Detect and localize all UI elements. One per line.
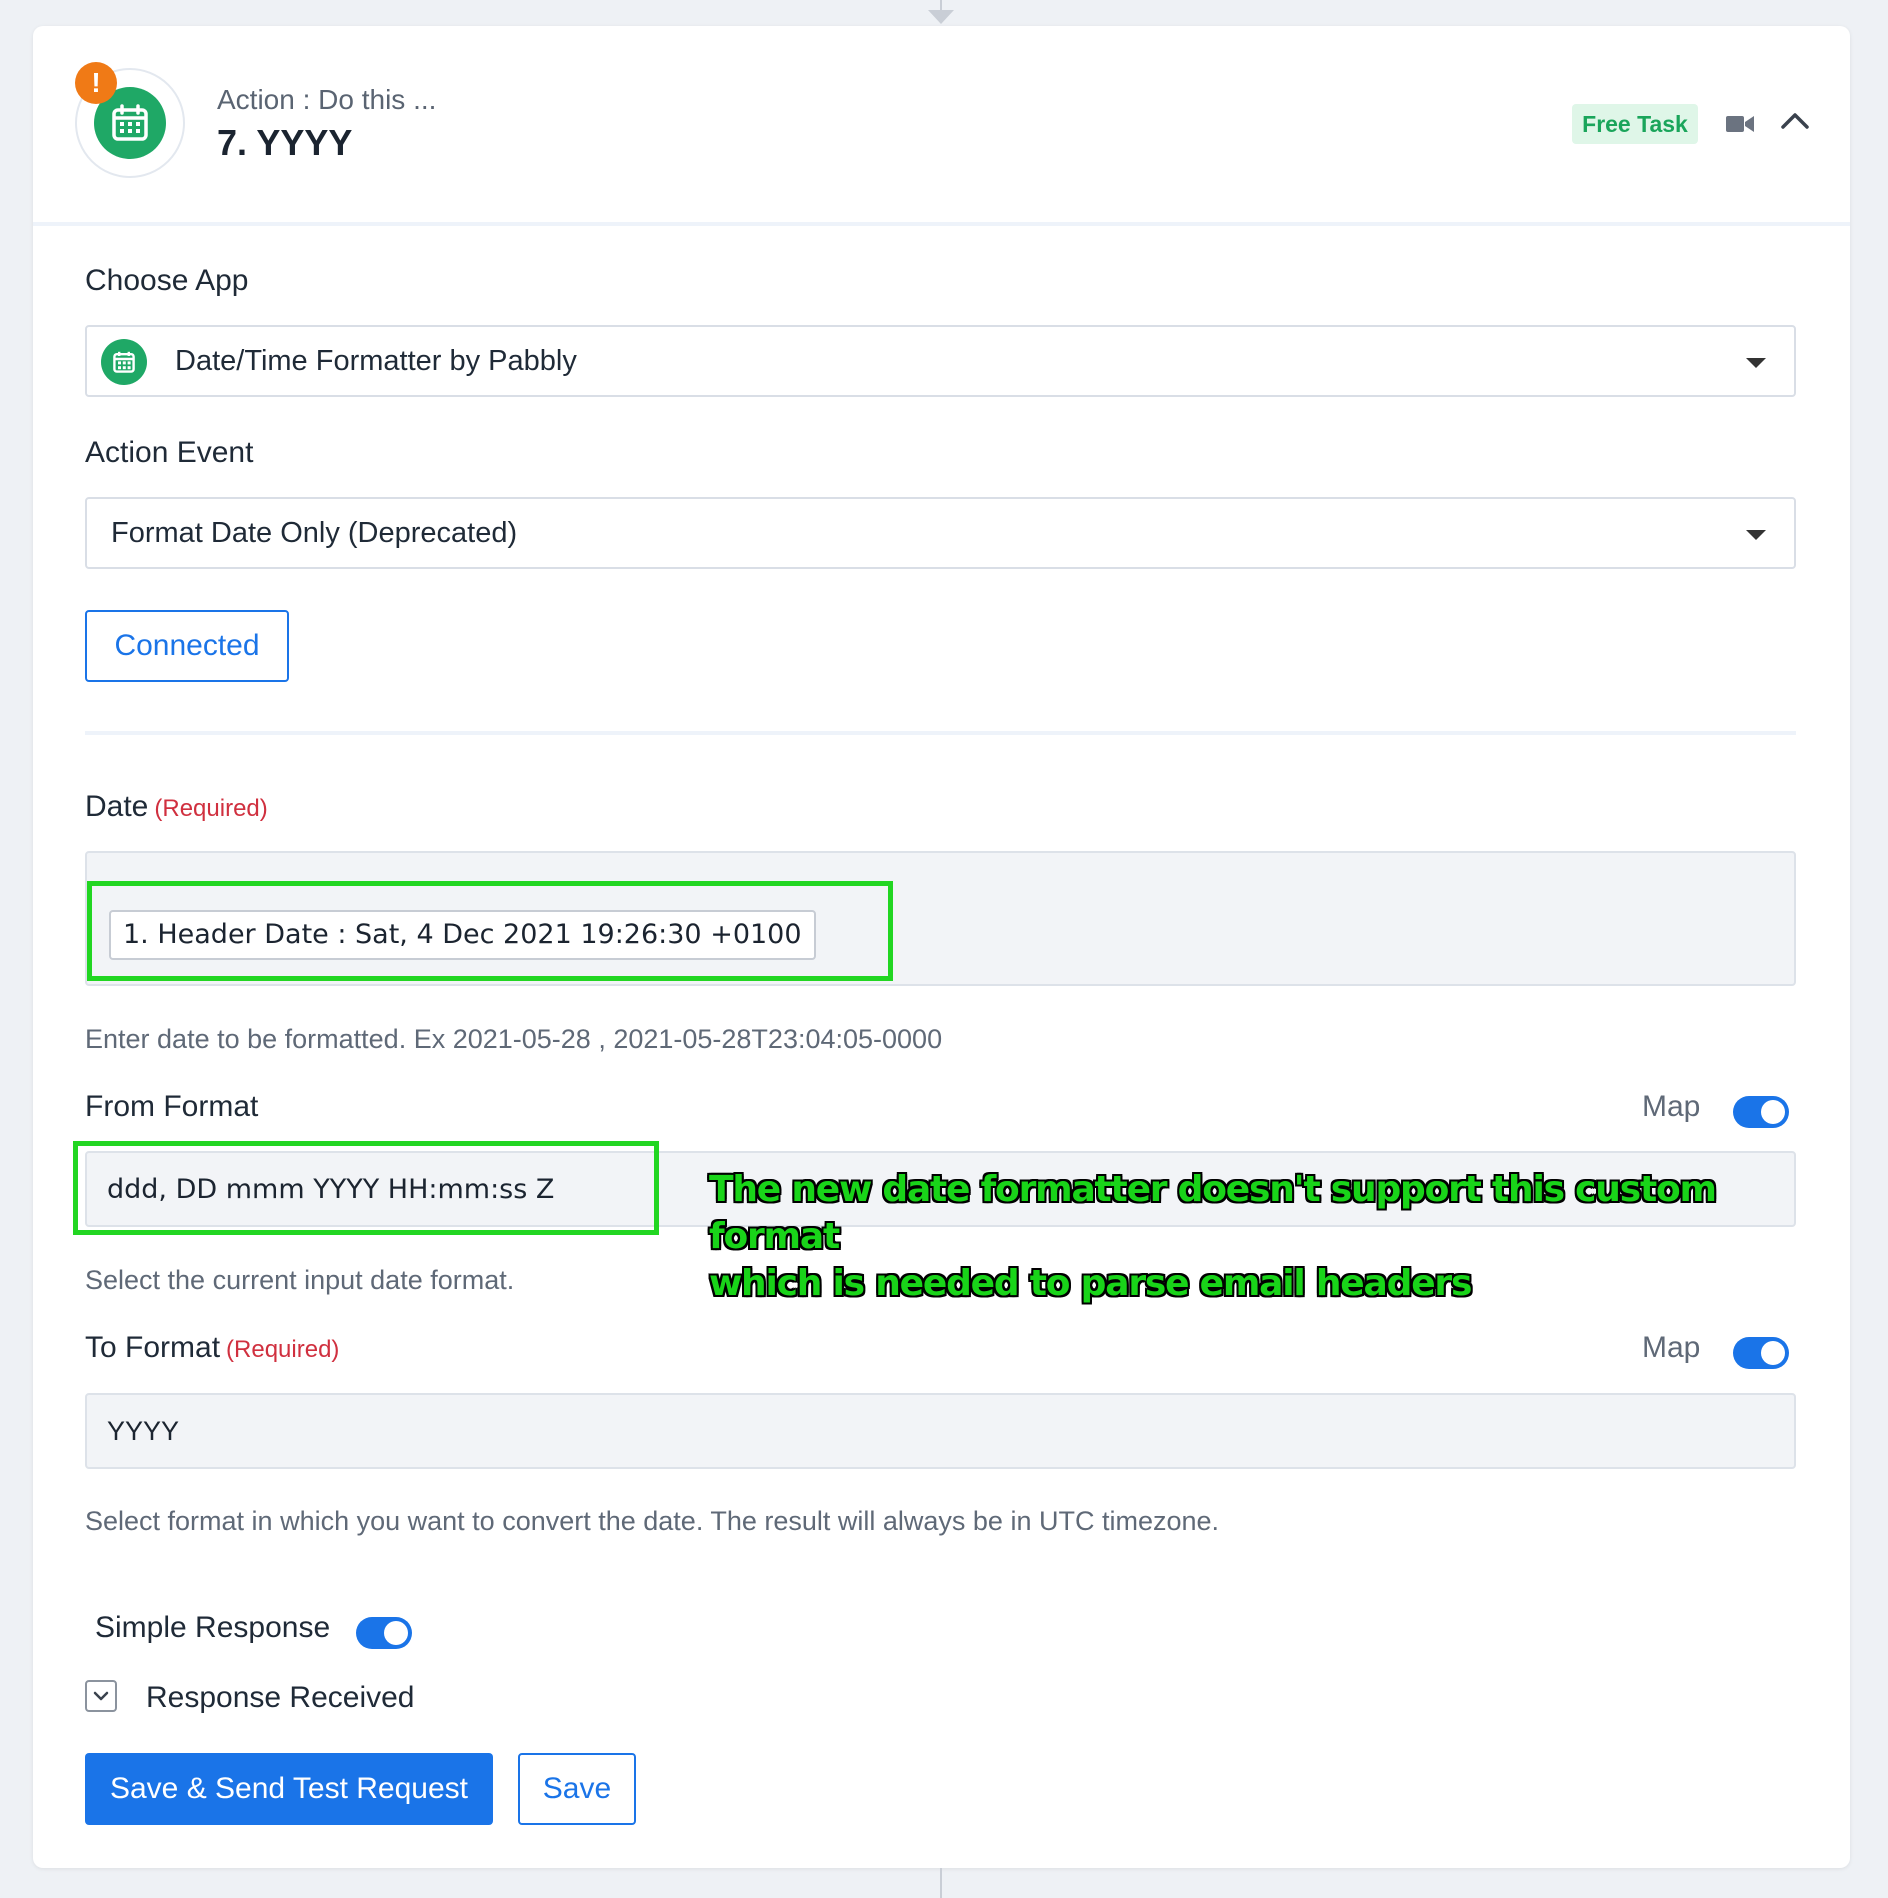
action-event-select[interactable]: Format Date Only (Deprecated) [85, 497, 1796, 569]
calendar-icon [101, 339, 147, 385]
from-format-map-label: Map [1642, 1090, 1701, 1123]
required-marker: (Required) [226, 1336, 340, 1363]
action-event-label: Action Event [85, 436, 254, 469]
save-button[interactable]: Save [518, 1753, 636, 1825]
to-format-map-toggle[interactable] [1733, 1337, 1789, 1369]
simple-response-toggle[interactable] [356, 1617, 412, 1649]
choose-app-label: Choose App [85, 264, 249, 297]
video-icon[interactable] [1726, 114, 1754, 139]
toggle-knob [1761, 1100, 1785, 1124]
choose-app-select[interactable]: Date/Time Formatter by Pabbly [85, 325, 1796, 397]
toggle-knob [1761, 1341, 1785, 1365]
response-received-label: Response Received [146, 1681, 415, 1714]
annotation-line-1: The new date formatter doesn't support t… [709, 1169, 1717, 1257]
simple-response-label: Simple Response [95, 1611, 331, 1644]
flow-arrow-icon [928, 10, 954, 24]
to-format-help-text: Select format in which you want to conve… [85, 1506, 1220, 1536]
choose-app-value: Date/Time Formatter by Pabbly [175, 345, 577, 377]
chevron-up-icon[interactable] [1780, 110, 1810, 135]
required-marker: (Required) [154, 795, 268, 822]
to-format-map-label: Map [1642, 1331, 1701, 1364]
from-format-help-text: Select the current input date format. [85, 1265, 515, 1295]
to-format-label-text: To Format [85, 1331, 221, 1364]
from-format-label: From Format [85, 1090, 259, 1123]
action-event-value: Format Date Only (Deprecated) [111, 517, 518, 549]
annotation-line-2: which is needed to parse email headers [709, 1263, 1472, 1304]
to-format-label: To Format (Required) [85, 1331, 339, 1365]
response-received-expand[interactable] [85, 1680, 117, 1712]
annotation-callout: The new date formatter doesn't support t… [709, 1166, 1809, 1307]
step-header[interactable]: ! Action : Do this ... 7. YYYY Free Task [33, 26, 1850, 226]
date-label: Date (Required) [85, 790, 268, 824]
step-subtitle: Action : Do this ... [217, 84, 437, 115]
mapped-field-chip[interactable]: 1. Header Date : Sat, 4 Dec 2021 19:26:3… [109, 910, 816, 960]
date-label-text: Date [85, 790, 149, 823]
free-task-badge: Free Task [1572, 104, 1698, 144]
from-format-value: ddd, DD mmm YYYY HH:mm:ss Z [107, 1174, 555, 1205]
from-format-map-toggle[interactable] [1733, 1096, 1789, 1128]
flow-connector-bottom [940, 1868, 942, 1898]
to-format-value: YYYY [107, 1416, 180, 1446]
section-divider [85, 731, 1796, 735]
toggle-knob [384, 1621, 408, 1645]
step-title: 7. YYYY [217, 122, 353, 163]
date-help-text: Enter date to be formatted. Ex 2021-05-2… [85, 1024, 943, 1054]
connected-button[interactable]: Connected [85, 610, 289, 682]
warning-icon: ! [75, 62, 117, 104]
action-step-card: ! Action : Do this ... 7. YYYY Free Task… [33, 26, 1850, 1868]
to-format-field[interactable] [85, 1393, 1796, 1469]
chevron-down-icon [93, 1691, 109, 1701]
chevron-down-icon [1746, 530, 1766, 540]
save-and-send-test-button[interactable]: Save & Send Test Request [85, 1753, 493, 1825]
chevron-down-icon [1746, 358, 1766, 368]
